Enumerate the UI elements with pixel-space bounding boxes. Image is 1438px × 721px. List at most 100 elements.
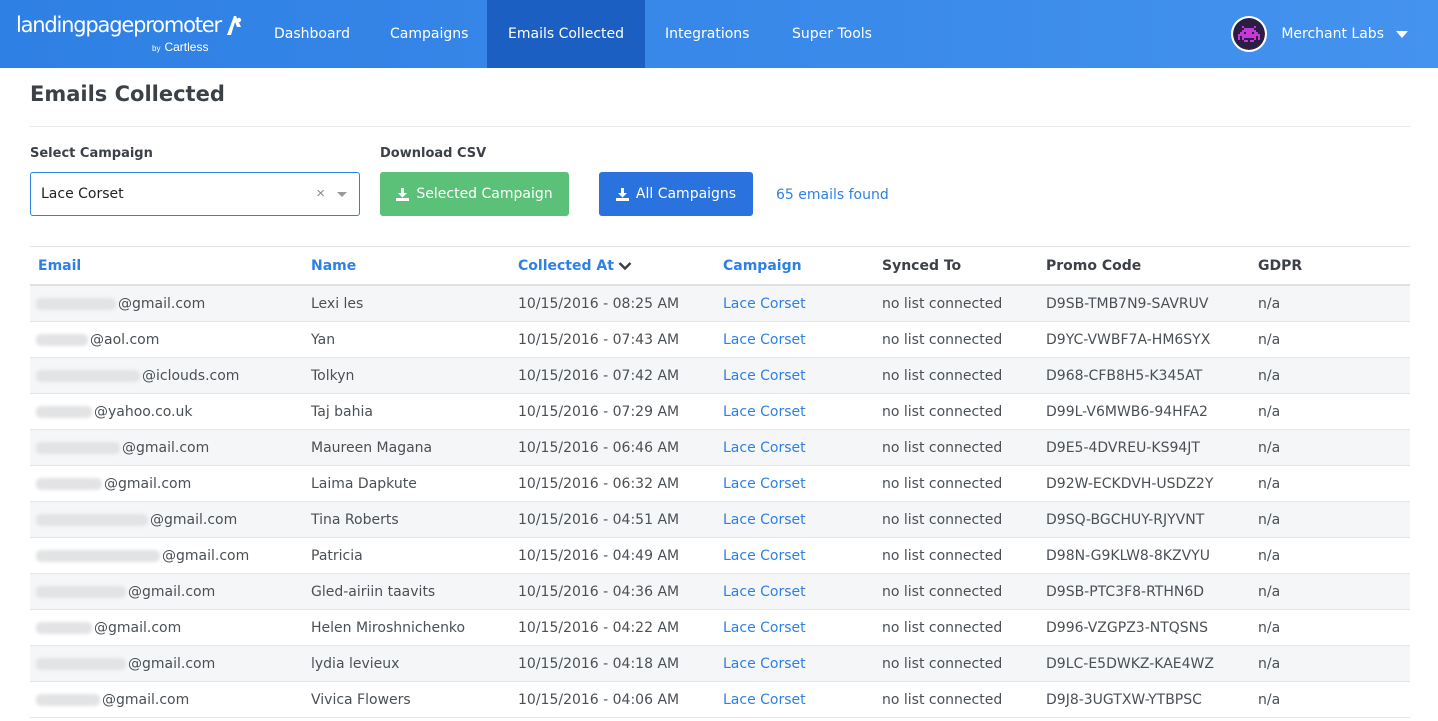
table-row: @gmail.com lydia levieux 10/15/2016 - 04:1… bbox=[30, 646, 1410, 682]
campaign-link[interactable]: Lace Corset bbox=[723, 296, 806, 312]
dropdown-arrow-icon[interactable] bbox=[337, 192, 347, 197]
campaign-link[interactable]: Lace Corset bbox=[723, 332, 806, 348]
user-name: Merchant Labs bbox=[1281, 26, 1384, 42]
promo-code-cell: D9SB-PTC3F8-RTHN6D bbox=[1046, 584, 1205, 600]
name-cell: Yan bbox=[311, 332, 336, 348]
email-cell: @gmail.com bbox=[36, 476, 191, 492]
email-domain: @gmail.com bbox=[150, 512, 238, 528]
nav-campaigns[interactable]: Campaigns bbox=[369, 0, 489, 68]
redacted-email-prefix bbox=[36, 370, 140, 382]
column-header-collected-at[interactable]: Collected At bbox=[518, 258, 632, 274]
redacted-email-prefix bbox=[36, 658, 126, 670]
campaign-link[interactable]: Lace Corset bbox=[723, 476, 806, 492]
promo-code-cell: D98N-G9KLW8-8KZVYU bbox=[1046, 548, 1210, 564]
email-cell: @gmail.com bbox=[36, 296, 205, 312]
campaign-link[interactable]: Lace Corset bbox=[723, 440, 806, 456]
avatar bbox=[1231, 16, 1268, 52]
column-header-campaign[interactable]: Campaign bbox=[723, 258, 802, 274]
table-row: @gmail.com Maureen Magana 10/15/2016 - 06:… bbox=[30, 430, 1410, 466]
campaign-select-value: Lace Corset bbox=[41, 186, 124, 202]
gdpr-cell: n/a bbox=[1258, 512, 1281, 528]
email-cell: @aol.com bbox=[36, 332, 159, 348]
collected-at-cell: 10/15/2016 - 04:18 AM bbox=[518, 656, 680, 672]
chevron-down-icon[interactable] bbox=[1396, 30, 1408, 38]
promo-code-cell: D9J8-3UGTXW-YTBPSC bbox=[1046, 692, 1202, 708]
name-cell: Gled-airiin taavits bbox=[311, 584, 436, 600]
nav-emails-collected[interactable]: Emails Collected bbox=[487, 0, 646, 68]
collected-at-cell: 10/15/2016 - 04:51 AM bbox=[518, 512, 680, 528]
email-domain: @gmail.com bbox=[122, 440, 210, 456]
column-header-name[interactable]: Name bbox=[311, 258, 356, 274]
campaign-link[interactable]: Lace Corset bbox=[723, 368, 806, 384]
gdpr-cell: n/a bbox=[1258, 656, 1281, 672]
email-domain: @gmail.com bbox=[94, 620, 182, 636]
campaign-link[interactable]: Lace Corset bbox=[723, 620, 806, 636]
gdpr-cell: n/a bbox=[1258, 476, 1281, 492]
nav-dashboard[interactable]: Dashboard bbox=[253, 0, 371, 68]
name-cell: Tina Roberts bbox=[311, 512, 399, 528]
clear-icon[interactable]: × bbox=[316, 185, 325, 202]
table-row: @yahoo.co.uk Taj bahia 10/15/2016 - 07:29 … bbox=[30, 394, 1410, 430]
download-icon bbox=[396, 187, 410, 201]
download-selected-campaign-button[interactable]: Selected Campaign bbox=[380, 172, 569, 216]
email-domain: @gmail.com bbox=[118, 296, 206, 312]
synced-to-cell: no list connected bbox=[882, 368, 1003, 384]
campaign-link[interactable]: Lace Corset bbox=[723, 656, 806, 672]
email-cell: @gmail.com bbox=[36, 512, 237, 528]
nav-super-tools[interactable]: Super Tools bbox=[771, 0, 893, 68]
campaign-link[interactable]: Lace Corset bbox=[723, 584, 806, 600]
redacted-email-prefix bbox=[36, 442, 120, 454]
name-cell: Maureen Magana bbox=[311, 440, 433, 456]
column-header-synced-to: Synced To bbox=[882, 258, 962, 274]
gdpr-cell: n/a bbox=[1258, 332, 1281, 348]
gdpr-cell: n/a bbox=[1258, 296, 1281, 312]
app-logo[interactable]: landingpagepromoter by Cartless bbox=[16, 12, 244, 54]
download-all-campaigns-button[interactable]: All Campaigns bbox=[599, 172, 753, 216]
table-row: @aol.com Yan 10/15/2016 - 07:43 AM Lace Cor… bbox=[30, 322, 1410, 358]
redacted-email-prefix bbox=[36, 478, 102, 490]
logo-subtitle: by Cartless bbox=[152, 40, 209, 54]
campaign-select[interactable]: Lace Corset × bbox=[30, 172, 360, 216]
table-row: @gmail.com Helen Miroshnichenko 10/15/2016… bbox=[30, 610, 1410, 646]
campaign-link[interactable]: Lace Corset bbox=[723, 548, 806, 564]
email-domain: @gmail.com bbox=[128, 584, 216, 600]
email-domain: @aol.com bbox=[90, 332, 160, 348]
gdpr-cell: n/a bbox=[1258, 692, 1281, 708]
redacted-email-prefix bbox=[36, 514, 148, 526]
collected-at-cell: 10/15/2016 - 06:46 AM bbox=[518, 440, 680, 456]
user-menu[interactable]: Merchant Labs bbox=[1231, 16, 1408, 52]
email-domain: @gmail.com bbox=[128, 656, 216, 672]
collected-at-cell: 10/15/2016 - 04:06 AM bbox=[518, 692, 680, 708]
redacted-email-prefix bbox=[36, 694, 100, 706]
name-cell: Lexi les bbox=[311, 296, 364, 312]
gdpr-cell: n/a bbox=[1258, 620, 1281, 636]
email-cell: @gmail.com bbox=[36, 692, 189, 708]
gdpr-cell: n/a bbox=[1258, 584, 1281, 600]
promo-code-cell: D968-CFB8H5-K345AT bbox=[1046, 368, 1203, 384]
campaign-link[interactable]: Lace Corset bbox=[723, 404, 806, 420]
promo-code-cell: D9SB-TMB7N9-SAVRUV bbox=[1046, 296, 1209, 312]
email-domain: @gmail.com bbox=[162, 548, 250, 564]
top-nav-bar: landingpagepromoter by Cartless Dashboard… bbox=[0, 0, 1438, 68]
table-row: @gmail.com Lexi les 10/15/2016 - 08:25 AM L… bbox=[30, 286, 1410, 322]
redacted-email-prefix bbox=[36, 406, 92, 418]
synced-to-cell: no list connected bbox=[882, 476, 1003, 492]
campaign-link[interactable]: Lace Corset bbox=[723, 512, 806, 528]
table-row: @gmail.com Patricia 10/15/2016 - 04:49 AM L… bbox=[30, 538, 1410, 574]
synced-to-cell: no list connected bbox=[882, 584, 1003, 600]
synced-to-cell: no list connected bbox=[882, 656, 1003, 672]
synced-to-cell: no list connected bbox=[882, 296, 1003, 312]
column-header-email[interactable]: Email bbox=[38, 258, 81, 274]
collected-at-cell: 10/15/2016 - 07:29 AM bbox=[518, 404, 680, 420]
column-header-gdpr: GDPR bbox=[1258, 258, 1303, 274]
campaign-link[interactable]: Lace Corset bbox=[723, 692, 806, 708]
email-cell: @gmail.com bbox=[36, 440, 209, 456]
synced-to-cell: no list connected bbox=[882, 548, 1003, 564]
collected-at-cell: 10/15/2016 - 07:43 AM bbox=[518, 332, 680, 348]
gdpr-cell: n/a bbox=[1258, 548, 1281, 564]
gdpr-cell: n/a bbox=[1258, 440, 1281, 456]
nav-integrations[interactable]: Integrations bbox=[644, 0, 770, 68]
logo-mark-icon bbox=[226, 16, 242, 35]
collected-at-cell: 10/15/2016 - 04:36 AM bbox=[518, 584, 680, 600]
redacted-email-prefix bbox=[36, 622, 92, 634]
